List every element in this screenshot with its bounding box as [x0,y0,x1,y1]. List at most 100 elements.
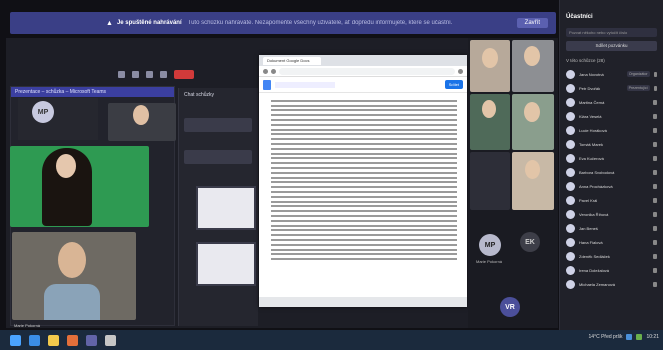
system-tray: 14°C Před pršk 10:21 [589,334,659,340]
avatar [566,139,575,149]
participant-row[interactable]: Tomáš Marek [560,137,663,151]
start-icon[interactable] [10,334,21,346]
participant-face [58,242,86,278]
share-button[interactable]: Sdílet [444,80,463,89]
extension-icon[interactable] [458,68,463,74]
mic-muted-icon [653,113,657,119]
app-icon[interactable] [105,334,116,346]
browser-tab-strip: Dokument Google Docs [259,55,467,66]
avatar [566,279,575,289]
participant-row[interactable]: Eva Kučerová [560,151,663,165]
participant-row[interactable]: Jan Beneš [560,221,663,235]
participants-title: Účastníci [566,14,593,20]
participant-face [482,48,498,68]
chat-attachment[interactable] [196,186,256,230]
mic-muted-icon [653,197,657,203]
role-badge: Organizátor [626,71,650,77]
participant-row[interactable]: Hana Fialová [560,235,663,249]
mic-icon[interactable] [132,70,139,78]
video-tile[interactable] [470,152,510,210]
mic-muted-icon [653,281,657,287]
mic-muted-icon [653,169,657,175]
camera-icon[interactable] [118,70,125,78]
participant-name: Tomáš Marek [579,141,604,147]
chat-header: Chat schůzky [184,92,215,98]
mic-muted-icon [653,127,657,133]
participant-name: Anna Procházková [579,183,613,189]
teams-icon[interactable] [86,334,97,346]
volume-icon[interactable] [636,334,643,340]
participant-row[interactable]: Jana Novotná Organizátor [560,67,663,81]
mic-muted-icon [653,253,657,259]
browser-window: Dokument Google Docs Sdílet [259,55,467,307]
participant-name: Klára Veselá [579,113,602,119]
participant-name: Eva Kučerová [579,155,604,161]
more-options-icon[interactable] [160,70,167,78]
participant-name: Lucie Horáková [579,127,607,133]
avatar-vr[interactable]: VR [500,297,520,317]
participant-name: Martina Černá [579,99,605,105]
section-in-meeting: V této schůzce (28) [566,58,605,63]
share-screen-icon[interactable] [146,70,153,78]
edge-icon[interactable] [29,334,40,346]
explorer-icon[interactable] [48,334,59,346]
participant-face [524,102,540,122]
avatar-mp[interactable]: MP [479,234,501,256]
participant-row[interactable]: Martina Černá [560,95,663,109]
mic-muted-icon [653,239,657,245]
avatar [566,265,575,275]
participant-row[interactable]: Anna Procházková [560,179,663,193]
avatar-ek[interactable]: EK [520,232,540,252]
dismiss-button[interactable]: Zavřít [516,18,548,28]
reload-icon[interactable] [271,68,276,74]
back-icon[interactable] [263,68,268,74]
avatar [566,251,575,261]
clock[interactable]: 10:21 [646,334,659,340]
avatar [566,111,575,121]
mic-muted-icon [653,211,657,217]
participant-row[interactable]: Zdeněk Sedláček [560,249,663,263]
participant-row[interactable]: Veronika Říhová [560,207,663,221]
doc-title-field[interactable] [275,81,335,88]
participant-name: Jana Novotná [579,71,604,77]
browser-tab[interactable]: Dokument Google Docs [263,56,321,65]
participant-name: Zdeněk Sedláček [579,253,610,259]
participant-row[interactable]: Klára Veselá [560,109,663,123]
docs-toolbar: Sdílet [259,77,467,93]
avatar-mp: MP [32,101,54,123]
weather-text[interactable]: 14°C Před pršk [589,334,623,340]
url-field[interactable] [279,67,455,75]
invite-search-input[interactable]: Pozvat někoho nebo vytočit číslo [566,28,657,37]
avatar [566,237,575,247]
taskbar [0,330,663,350]
avatar [566,83,575,93]
avatar [566,209,575,219]
participant-row[interactable]: Petr Dvořák Prezentující [560,81,663,95]
leave-button[interactable] [174,69,194,79]
network-icon[interactable] [626,334,633,340]
participant-face [482,100,496,118]
notice-body: Tuto schůzku nahráváte. Nezapomeňte všec… [187,20,453,26]
participant-row[interactable]: Michaela Zemanová [560,277,663,291]
share-invite-button[interactable]: Sdílet pozvánku [566,41,657,51]
participant-row[interactable]: Pavel Král [560,193,663,207]
mic-muted-icon [653,141,657,147]
role-badge: Prezentující [626,85,650,91]
avatar [566,69,575,79]
video-tile-mp[interactable] [18,98,98,140]
participant-row[interactable]: Irena Doležalová [560,263,663,277]
participant-row[interactable]: Barbora Svobodová [560,165,663,179]
warning-icon: ▲ [106,19,113,27]
chat-message [184,118,252,132]
screen: ▲ Je spuštěné nahrávání Tuto schůzku nah… [0,0,663,350]
office-icon[interactable] [67,334,78,346]
participant-row[interactable]: Lucie Horáková [560,123,663,137]
participant-name: Barbora Svobodová [579,169,615,175]
mic-muted-icon [653,183,657,189]
chat-attachment[interactable] [196,242,256,286]
participants-panel: Účastníci Pozvat někoho nebo vytočit čís… [559,0,663,330]
participant-name: Pavel Král [579,197,598,203]
participant-name: Jan Beneš [579,225,598,231]
document-body[interactable] [271,97,457,267]
participant-face [525,160,540,179]
